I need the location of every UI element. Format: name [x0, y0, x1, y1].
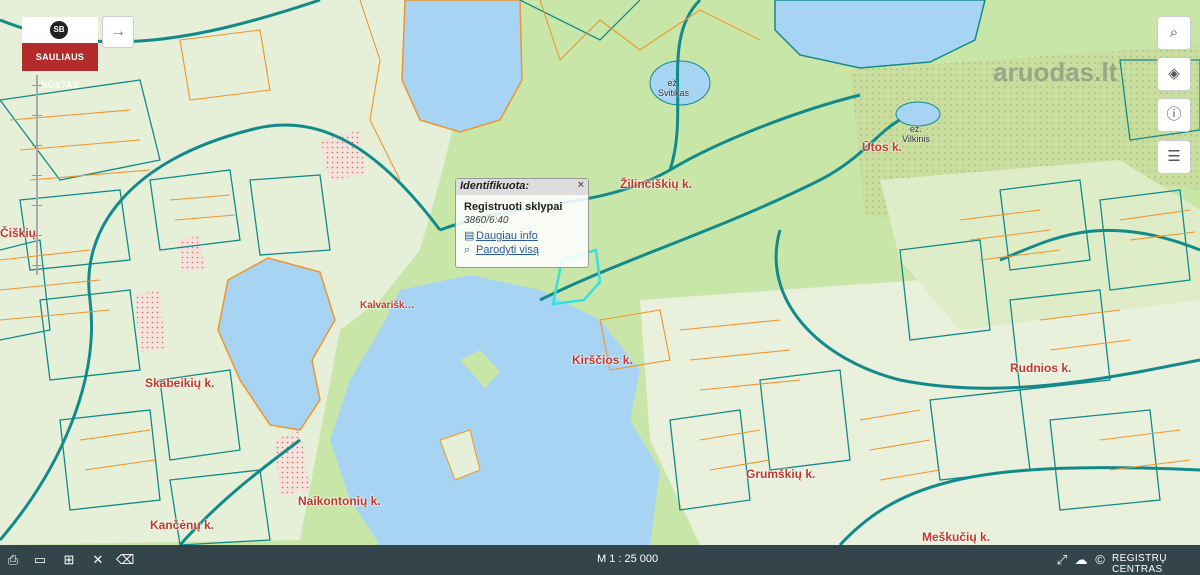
eraser-icon: ⌫ [116, 552, 135, 567]
place-label-grumskiu: Grumškių k. [746, 467, 816, 481]
print-icon: ⎙ [7, 552, 19, 567]
measure-button[interactable]: ▭ [31, 551, 49, 569]
coordinates-icon: ✕ [92, 552, 104, 567]
zoom-slider[interactable] [32, 75, 42, 275]
measure-icon: ▭ [33, 552, 47, 567]
fullscreen-button[interactable]: ⤢ [1053, 551, 1071, 569]
cloud-button[interactable]: ☁ [1072, 551, 1090, 569]
info-button[interactable]: ⓘ [1157, 98, 1191, 132]
place-label-rudnios: Rudnios k. [1010, 361, 1072, 375]
popup-header-title: Identifikuota: [460, 180, 530, 192]
add-layer-icon: ⊞ [63, 552, 75, 567]
bottom-toolbar: ⎙ ▭ ⊞ ✕ ⌫ M 1 : 25 000 ⤢ ☁ © REGISTRŲ CE… [0, 545, 1200, 575]
arrow-right-icon: → [110, 23, 126, 40]
map-scale: M 1 : 25 000 [597, 553, 659, 565]
layers-button[interactable]: ◈ [1157, 57, 1191, 91]
legend-button[interactable]: ☰ [1157, 140, 1191, 174]
close-icon[interactable]: × [578, 179, 584, 191]
print-button[interactable]: ⎙ [4, 551, 22, 569]
lake-label-svitikas: ež. Svitikas [658, 78, 690, 98]
place-label-kalvariski: Kalvarišk… [360, 300, 415, 311]
lake-label-vilkinis: ež. Vilkinis [902, 124, 930, 144]
company-logo[interactable]: SB SAULIAUS BŪSTAS [22, 17, 98, 90]
layers-icon: ◈ [1168, 65, 1180, 82]
cloud-icon: ☁ [1074, 552, 1088, 567]
parcel-id-link[interactable]: 3860/6:40 [456, 213, 588, 228]
copyright-icon: © [1095, 552, 1105, 567]
zoom-tick [32, 175, 42, 176]
search-icon: ⌕ [1169, 24, 1179, 41]
place-label-kancenu: Kančėnų k. [150, 518, 215, 532]
zoom-tick [32, 85, 42, 86]
show-all-link[interactable]: ⌕ Parodyti visą [456, 243, 588, 258]
place-label-utos: Ūtos k. [862, 140, 903, 154]
zoom-tick [32, 205, 42, 206]
place-label-meskuciu: Meškučių k. [922, 530, 991, 544]
coordinates-button[interactable]: ✕ [89, 551, 107, 569]
more-info-link[interactable]: ▤ Daugiau info [456, 228, 588, 243]
document-icon: ▤ [464, 230, 475, 242]
document-icon: ☰ [1167, 148, 1181, 165]
logo-text: SAULIAUS BŪSTAS [22, 43, 98, 90]
place-label-zilinciskiu: Žilinčiškių k. [620, 177, 693, 191]
eraser-button[interactable]: ⌫ [116, 551, 134, 569]
add-layer-button[interactable]: ⊞ [60, 551, 78, 569]
place-label-kirscios: Kirščios k. [572, 353, 633, 367]
show-all-label: Parodyti visą [476, 244, 539, 256]
zoom-tick [32, 145, 42, 146]
popup-header: Identifikuota: × [456, 179, 588, 195]
identify-popup: Identifikuota: × Registruoti sklypai 386… [455, 178, 589, 268]
more-info-label: Daugiau info [476, 230, 538, 242]
place-label-naikontonu: Naikontonių k. [298, 494, 381, 508]
zoom-tick [32, 115, 42, 116]
registry-credit[interactable]: REGISTRŲ CENTRAS [1112, 553, 1200, 575]
info-icon: ⓘ [1166, 106, 1182, 123]
search-button[interactable]: ⌕ [1157, 16, 1191, 50]
zoom-tick [32, 235, 42, 236]
place-label-ciskiu: Čiškių [0, 226, 37, 240]
watermark: aruodas.lt [993, 57, 1118, 87]
logo-mark: SB [50, 21, 68, 39]
magnifier-icon: ⌕ [464, 244, 471, 256]
place-label-skabeikiu: Skabeikių k. [145, 376, 215, 390]
share-button[interactable]: → [102, 16, 134, 48]
fullscreen-icon: ⤢ [1056, 552, 1068, 567]
popup-layer-title: Registruoti sklypai [464, 201, 563, 213]
zoom-tick [32, 265, 42, 266]
